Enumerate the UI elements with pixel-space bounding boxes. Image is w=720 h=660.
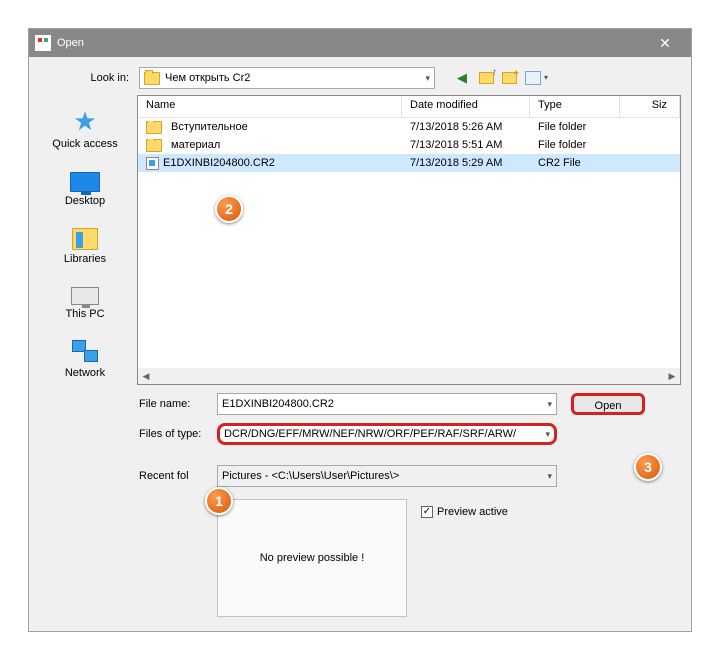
lookin-value: Чем открыть Cr2 [165,72,250,84]
filetype-label: Files of type: [139,428,217,440]
preview-options: ✓ Preview active [407,499,681,617]
place-libraries[interactable]: Libraries [64,225,106,265]
file-list-header: Name Date modified Type Siz [138,96,680,118]
filename-input[interactable]: E1DXINBI204800.CR2 ▾ [217,393,557,415]
callout-3: 3 [634,453,662,481]
open-dialog: Open ✕ Look in: Чем открыть Cr2 ▾ ◀ ★ Qu… [28,28,692,632]
folder-icon [146,139,162,152]
open-button[interactable]: Open [571,393,645,415]
pc-icon [71,287,99,305]
folder-icon [144,72,160,85]
scroll-left-icon[interactable]: ◀ [138,371,154,382]
filename-row: File name: E1DXINBI204800.CR2 ▾ Open [139,393,681,415]
preview-area: No preview possible ! ✓ Preview active [139,499,681,617]
file-row[interactable]: Вступительное7/13/2018 5:26 AMFile folde… [138,118,680,136]
h-scrollbar[interactable]: ◀ ▶ [138,368,680,384]
place-this-pc[interactable]: This PC [65,283,104,320]
place-desktop[interactable]: Desktop [65,168,105,207]
file-row[interactable]: материал7/13/2018 5:51 AMFile folder [138,136,680,154]
star-icon: ★ [69,107,101,135]
filename-label: File name: [139,398,217,410]
chevron-down-icon: ▾ [547,399,552,410]
header-date[interactable]: Date modified [402,96,530,117]
view-menu-icon[interactable] [525,71,541,85]
up-folder-icon[interactable] [479,72,494,84]
new-folder-icon[interactable] [502,72,517,84]
header-name[interactable]: Name [138,96,402,117]
mid-section: ★ Quick access Desktop Libraries This PC [39,95,681,385]
checkbox-icon: ✓ [421,506,433,518]
file-row[interactable]: E1DXINBI204800.CR27/13/2018 5:29 AMCR2 F… [138,154,680,172]
recent-label: Recent fol [139,470,217,482]
recent-select[interactable]: Pictures - <C:\Users\User\Pictures\> ▾ [217,465,557,487]
nav-toolbar: ◀ [453,69,541,87]
header-size[interactable]: Siz [620,96,680,117]
back-icon[interactable]: ◀ [453,69,471,87]
preview-empty-text: No preview possible ! [260,552,365,564]
chevron-down-icon: ▾ [547,471,552,482]
lookin-select[interactable]: Чем открыть Cr2 ▾ [139,67,435,89]
callout-1: 1 [205,487,233,515]
chevron-down-icon: ▾ [545,429,550,440]
recent-row: Recent fol Pictures - <C:\Users\User\Pic… [139,465,681,487]
network-icon [70,338,100,364]
places-bar: ★ Quick access Desktop Libraries This PC [39,95,131,385]
preview-active-checkbox[interactable]: ✓ Preview active [421,506,508,518]
desktop-icon [70,172,100,192]
filetype-select[interactable]: DCR/DNG/EFF/MRW/NEF/NRW/ORF/PEF/RAF/SRF/… [217,423,557,445]
file-list: Name Date modified Type Siz Вступительно… [137,95,681,385]
titlebar: Open ✕ [29,29,691,57]
preview-box: No preview possible ! [217,499,407,617]
window-title: Open [57,37,645,49]
app-icon [35,35,51,51]
bottom-section: File name: E1DXINBI204800.CR2 ▾ Open Fil… [39,385,681,617]
file-icon [146,157,159,170]
close-icon[interactable]: ✕ [645,35,685,52]
chevron-down-icon: ▾ [425,73,430,84]
lookin-label: Look in: [39,72,139,84]
lookin-row: Look in: Чем открыть Cr2 ▾ ◀ [39,67,681,89]
scroll-right-icon[interactable]: ▶ [664,371,680,382]
folder-icon [146,121,162,134]
libraries-icon [72,228,98,250]
file-list-body: Вступительное7/13/2018 5:26 AMFile folde… [138,118,680,368]
dialog-body: Look in: Чем открыть Cr2 ▾ ◀ ★ Quick acc… [29,57,691,631]
place-quick-access[interactable]: ★ Quick access [52,107,117,150]
filetype-row: Files of type: DCR/DNG/EFF/MRW/NEF/NRW/O… [139,423,681,445]
place-network[interactable]: Network [65,338,105,379]
header-type[interactable]: Type [530,96,620,117]
callout-2: 2 [215,195,243,223]
